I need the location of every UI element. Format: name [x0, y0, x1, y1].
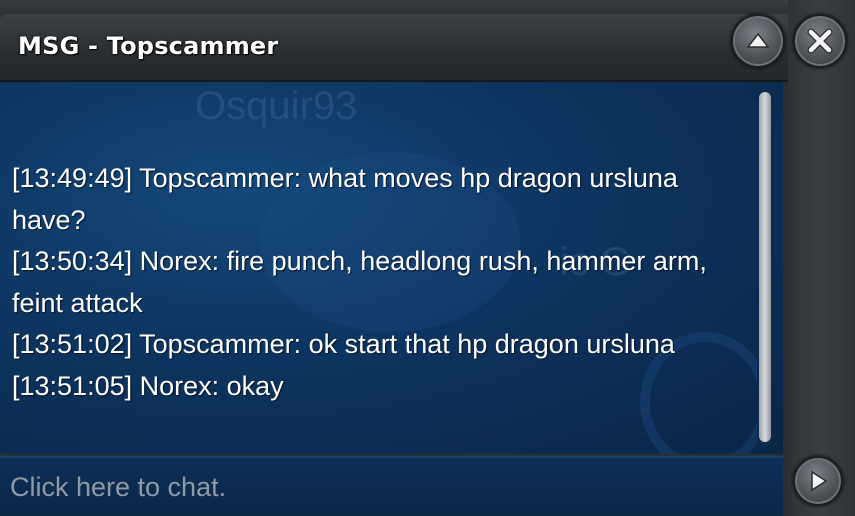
right-side-panel: [788, 0, 855, 516]
chat-log[interactable]: Osquir93 ic G [13:49:49] Topscammer: wha…: [0, 82, 783, 454]
close-button[interactable]: [793, 14, 847, 68]
scrollbar-track[interactable]: [757, 90, 773, 446]
top-strip: [0, 0, 855, 14]
scrollbar-thumb[interactable]: [759, 92, 771, 442]
chevron-up-icon: [746, 32, 770, 48]
background-name-text: Osquir93: [195, 84, 358, 128]
window-title: MSG - Topscammer: [18, 32, 279, 60]
message-list: [13:49:49] Topscammer: what moves hp dra…: [12, 158, 742, 407]
chat-input[interactable]: [0, 458, 783, 516]
chat-message: [13:51:05] Norex: okay: [12, 370, 284, 401]
send-button[interactable]: [793, 456, 843, 506]
chat-input-bar: [0, 456, 783, 516]
chat-message: [13:49:49] Topscammer: what moves hp dra…: [12, 163, 678, 235]
close-icon: [807, 28, 833, 54]
chat-message: [13:51:02] Topscammer: ok start that hp …: [12, 329, 675, 359]
title-bar[interactable]: MSG - Topscammer: [0, 14, 788, 82]
play-arrow-icon: [811, 470, 828, 492]
chat-window: MSG - Topscammer Osquir93 ic G [13:49:49…: [0, 0, 855, 516]
collapse-button[interactable]: [731, 14, 785, 68]
chat-message: [13:50:34] Norex: fire punch, headlong r…: [12, 246, 707, 318]
